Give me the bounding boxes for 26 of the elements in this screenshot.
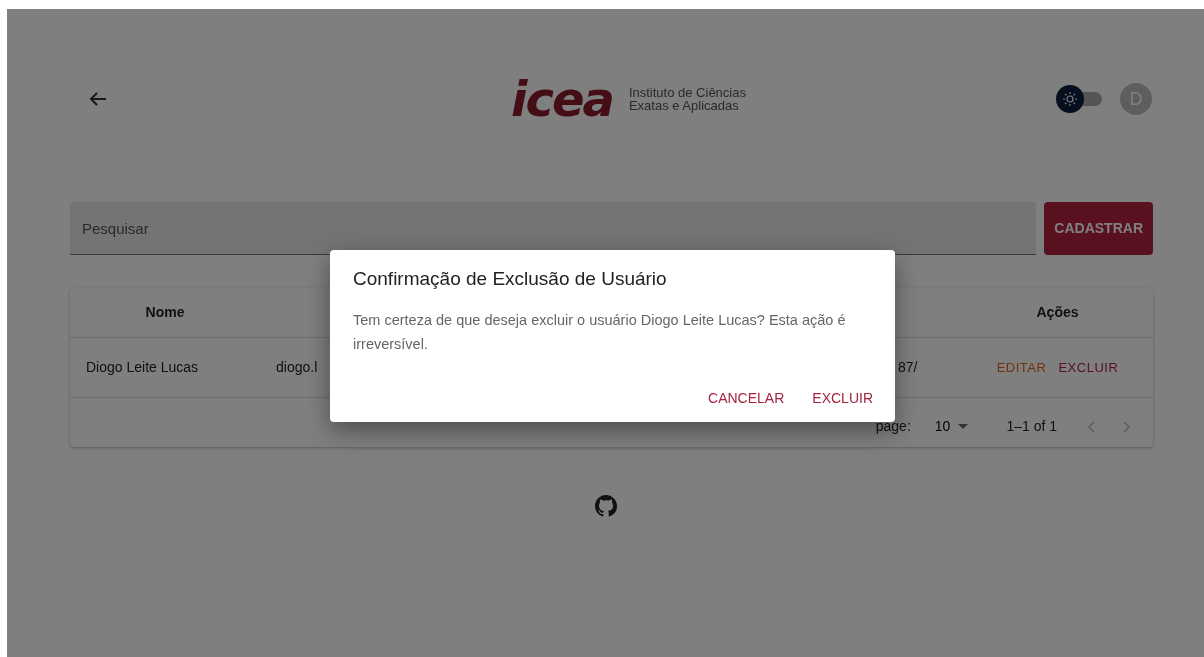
table-cell: Diogo Leite Lucas xyxy=(86,359,199,375)
dialog-message: Tem certeza de que deseja excluir o usuário Diogo Leite Lucas? Esta ação é irreversível. xyxy=(353,310,847,354)
caret-icon xyxy=(958,423,969,430)
table-cell: diogo.l xyxy=(276,359,318,375)
edit-button[interactable]: EDITAR xyxy=(990,355,1053,380)
institute-name: Exatas e Aplicadas xyxy=(628,99,740,112)
cancel-button[interactable]: CANCELAR xyxy=(702,383,791,413)
rows-per-page-select[interactable]: 10 xyxy=(928,415,975,438)
logo: icea xyxy=(511,75,613,123)
rows-per-page-label: page: xyxy=(875,417,911,436)
theme-toggle[interactable] xyxy=(1056,85,1104,113)
column-header: Ações xyxy=(1036,304,1079,320)
column-header: Nome xyxy=(145,304,185,320)
dialog-title: Confirmação de Exclusão de Usuário xyxy=(353,268,668,291)
back-arrow-icon xyxy=(89,91,107,107)
institute-name: Instituto de Ciências xyxy=(628,86,746,99)
search-field[interactable]: Pesquisar xyxy=(70,202,1037,255)
delete-button[interactable]: EXCLUIR xyxy=(1052,355,1125,380)
confirm-delete-button[interactable]: EXCLUIR xyxy=(806,383,879,413)
github-icon[interactable] xyxy=(594,495,617,517)
chevron-right-icon xyxy=(1123,420,1131,433)
register-button[interactable]: CADASTRAR xyxy=(1044,202,1153,255)
sun-icon xyxy=(1062,91,1078,107)
pagination-range: 1–1 of 1 xyxy=(1006,417,1057,436)
table-cell: 87/ xyxy=(898,359,918,375)
chevron-left-icon xyxy=(1087,420,1095,433)
